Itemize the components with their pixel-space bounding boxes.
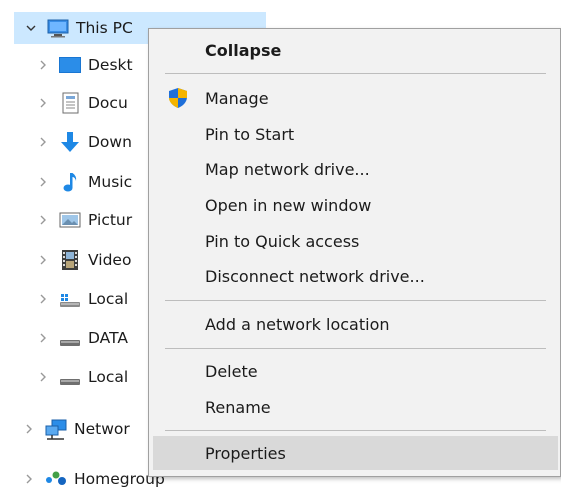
tree-item-label: Docu (88, 94, 128, 112)
menu-separator (165, 348, 546, 349)
tree-item-local-drive[interactable]: Local (36, 361, 128, 393)
menu-item-label: Collapse (205, 40, 282, 60)
tree-item-label: Local (88, 368, 129, 386)
menu-item-label: Map network drive... (205, 159, 370, 179)
chevron-right-icon[interactable] (36, 361, 50, 393)
menu-item-label: Rename (205, 397, 271, 417)
chevron-down-icon[interactable] (24, 12, 38, 44)
chevron-right-icon[interactable] (36, 49, 50, 81)
menu-item-manage[interactable]: Manage (153, 81, 558, 115)
tree-item-label: Networ (74, 420, 130, 438)
chevron-right-icon[interactable] (36, 244, 50, 276)
menu-item-label: Disconnect network drive... (205, 266, 425, 286)
menu-separator (165, 300, 546, 301)
tree-item-pictures[interactable]: Pictur (36, 204, 132, 236)
menu-item-label: Pin to Quick access (205, 231, 360, 251)
tree-item-homegroup[interactable]: Homegroup (22, 463, 165, 492)
menu-item-label: Open in new window (205, 195, 372, 215)
tree-item-label: Down (88, 133, 132, 151)
chevron-right-icon[interactable] (36, 204, 50, 236)
menu-item-label: Add a network location (205, 314, 390, 334)
menu-item-pin-to-start[interactable]: Pin to Start (153, 117, 558, 151)
menu-item-properties[interactable]: Properties (153, 436, 558, 470)
menu-item-map-network-drive[interactable]: Map network drive... (153, 152, 558, 186)
tree-item-downloads[interactable]: Down (36, 126, 132, 158)
documents-icon (56, 90, 84, 116)
menu-item-delete[interactable]: Delete (153, 354, 558, 388)
menu-item-rename[interactable]: Rename (153, 390, 558, 424)
menu-item-pin-quick-access[interactable]: Pin to Quick access (153, 224, 558, 258)
chevron-right-icon[interactable] (36, 322, 50, 354)
menu-item-disconnect-network-drive[interactable]: Disconnect network drive... (153, 259, 558, 293)
tree-item-videos[interactable]: Video (36, 244, 131, 276)
menu-item-label: Manage (205, 88, 269, 108)
drive-icon (56, 325, 84, 351)
desktop-icon (56, 52, 84, 78)
menu-item-label: Properties (205, 443, 286, 463)
tree-item-documents[interactable]: Docu (36, 87, 128, 119)
videos-icon (56, 247, 84, 273)
tree-item-label: Local (88, 290, 129, 308)
menu-item-label: Pin to Start (205, 124, 295, 144)
tree-item-label: This PC (76, 19, 133, 37)
menu-item-add-network-location[interactable]: Add a network location (153, 307, 558, 341)
tree-item-label: Pictur (88, 211, 133, 229)
tree-item-label: Video (88, 251, 132, 269)
tree-item-desktop[interactable]: Deskt (36, 49, 133, 81)
homegroup-icon (42, 466, 70, 492)
chevron-right-icon[interactable] (22, 413, 36, 445)
context-menu: Collapse Manage Pin to Start Map network… (148, 28, 561, 477)
music-icon (56, 169, 84, 195)
tree-item-data-drive[interactable]: DATA (36, 322, 128, 354)
menu-item-label: Delete (205, 361, 258, 381)
tree-item-label: Music (88, 173, 133, 191)
this-pc-icon (44, 15, 72, 41)
chevron-right-icon[interactable] (22, 463, 36, 492)
tree-item-music[interactable]: Music (36, 166, 132, 198)
tree-item-label: Deskt (88, 56, 133, 74)
downloads-icon (56, 129, 84, 155)
chevron-right-icon[interactable] (36, 87, 50, 119)
local-disk-icon (56, 286, 84, 312)
network-icon (42, 416, 70, 442)
tree-item-local-disk-c[interactable]: Local (36, 283, 128, 315)
drive-icon (56, 364, 84, 390)
menu-item-collapse[interactable]: Collapse (153, 33, 558, 67)
menu-separator (165, 73, 546, 74)
menu-item-open-new-window[interactable]: Open in new window (153, 188, 558, 222)
menu-separator (165, 430, 546, 431)
chevron-right-icon[interactable] (36, 166, 50, 198)
chevron-right-icon[interactable] (36, 126, 50, 158)
pictures-icon (56, 207, 84, 233)
chevron-right-icon[interactable] (36, 283, 50, 315)
tree-item-label: DATA (88, 329, 128, 347)
uac-shield-icon (167, 87, 189, 109)
tree-item-network[interactable]: Networ (22, 413, 130, 445)
